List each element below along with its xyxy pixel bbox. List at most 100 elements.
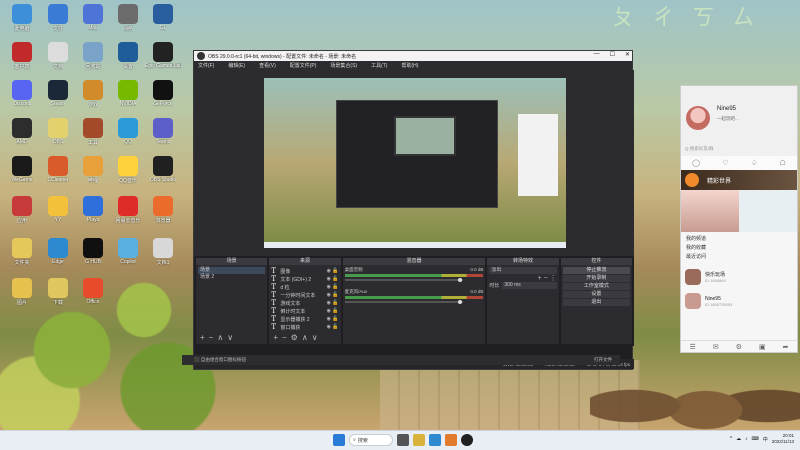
visibility-lock-icon[interactable]: ◉ 🔓 — [327, 292, 339, 298]
desktop-icon[interactable]: 网络 — [110, 4, 146, 42]
desktop-icon[interactable]: 游戏 — [75, 80, 111, 118]
obs-taskbar-icon[interactable] — [461, 434, 473, 446]
visibility-lock-icon[interactable]: ◉ 🔓 — [327, 268, 339, 274]
edge-icon[interactable] — [429, 434, 441, 446]
list-item[interactable]: 快乐玩场 ID 1654869 — [681, 265, 797, 289]
menu-edit[interactable]: 编辑(E) — [228, 62, 245, 69]
desktop-icon[interactable]: YY — [40, 196, 76, 234]
chat-banner[interactable]: 精彩世界 — [681, 170, 797, 190]
source-item[interactable]: T 显示器捕获 2 ◉ 🔓 — [271, 315, 338, 323]
menu-recent[interactable]: 最近访问 — [686, 253, 792, 262]
chat-app-panel[interactable]: Nine95 一起玩吧... Q 搜索好友/群 ◯ ♡ ♤ ☖ 精彩世界 我的频… — [680, 85, 798, 353]
menu-view[interactable]: 查看(V) — [259, 62, 276, 69]
chat-search-input[interactable]: Q 搜索好友/群 — [685, 146, 714, 152]
desktop-icon[interactable]: Edge — [40, 238, 76, 276]
source-item[interactable]: T 窗口捕获 ◉ 🔓 — [271, 323, 338, 331]
transition-add-remove[interactable]: + − ⋮ — [489, 274, 557, 282]
maximize-button[interactable]: ☐ — [610, 51, 615, 58]
desktop-icon[interactable]: 下载 — [40, 278, 76, 316]
volume-slider[interactable] — [344, 300, 463, 304]
obs-title-bar[interactable]: OBS 29.0.0-rc1 (64-bit, windows) - 配置文件:… — [194, 51, 632, 61]
desktop-icon[interactable]: Mitu — [75, 4, 111, 42]
stop-streaming-button[interactable]: 停止推流 — [562, 267, 630, 274]
keyboard-icon[interactable]: ⌨ — [752, 436, 759, 442]
desktop-icon[interactable]: OBS — [40, 118, 76, 156]
transition-select[interactable]: 淡出 — [489, 267, 557, 274]
desktop-icon[interactable]: 浏览器 — [145, 196, 181, 234]
window-icon[interactable]: ▣ — [759, 343, 766, 351]
source-item[interactable]: T 倒计时文本 ◉ 🔓 — [271, 307, 338, 315]
desktop-icon[interactable]: Office — [75, 278, 111, 316]
list-item[interactable]: Nine95 ID 1655735093 — [681, 289, 797, 313]
desktop-icon[interactable]: QQ音乐 — [110, 156, 146, 194]
cloud-icon[interactable]: ☁ — [736, 436, 741, 442]
desktop-icon[interactable]: Plays — [75, 196, 111, 234]
tool-bar-right[interactable]: 打开文件 — [594, 357, 612, 363]
scene-item[interactable]: 场景 — [198, 267, 266, 274]
close-button[interactable]: ✕ — [625, 51, 630, 58]
preview-canvas[interactable] — [264, 78, 566, 248]
chat-photos[interactable] — [681, 190, 797, 232]
desktop-icon[interactable]: Teams — [145, 118, 181, 156]
desktop-icon[interactable]: 图片 — [4, 278, 40, 316]
desktop-icon[interactable]: 网易云音乐 — [110, 196, 146, 234]
desktop-icon[interactable]: 文件 — [40, 4, 76, 42]
menu-scene-collection[interactable]: 场景集合(S) — [330, 62, 357, 69]
photo-thumbnail[interactable] — [681, 190, 739, 232]
duration-input[interactable]: 300 ms — [502, 282, 557, 289]
menu-tools[interactable]: 工具(T) — [371, 62, 387, 69]
desktop-icon[interactable]: G HUB — [75, 238, 111, 276]
desktop-icon[interactable]: Epic Games Launcher — [145, 42, 181, 80]
taskbar-search[interactable]: ⌕ 搜索 — [349, 434, 393, 446]
volume-slider[interactable] — [344, 278, 463, 282]
tab-room-icon[interactable]: ☖ — [780, 159, 786, 167]
desktop-icon[interactable]: 设置 — [110, 42, 146, 80]
start-button-icon[interactable] — [333, 434, 345, 446]
tray-expand-icon[interactable]: ^ — [730, 436, 732, 442]
tab-game-icon[interactable]: ♤ — [751, 159, 757, 167]
desktop-icon[interactable]: 哔哩 — [75, 156, 111, 194]
desktop-icon[interactable]: 回收站 — [75, 42, 111, 80]
desktop-icon[interactable]: 文档 — [40, 42, 76, 80]
mail-icon[interactable]: ✉ — [713, 343, 719, 351]
volume-icon[interactable]: ♪ — [745, 436, 748, 442]
desktop-icon[interactable]: 客户端 — [4, 42, 40, 80]
desktop-icon[interactable]: QQ — [110, 118, 146, 156]
visibility-lock-icon[interactable]: ◉ 🔓 — [327, 300, 339, 306]
desktop-icon[interactable]: NVIDIA — [110, 80, 146, 118]
desktop-icon[interactable]: Steam — [40, 80, 76, 118]
scenes-toolbar[interactable]: +−∧∨ — [200, 333, 237, 342]
visibility-lock-icon[interactable]: ◉ 🔓 — [327, 284, 339, 290]
visibility-lock-icon[interactable]: ◉ 🔓 — [327, 316, 339, 322]
source-item[interactable]: T 一分钟时间文本 ◉ 🔓 — [271, 291, 338, 299]
menu-file[interactable]: 文件(F) — [198, 62, 214, 69]
gear-icon[interactable]: ⚙ — [736, 343, 742, 351]
desktop-icon[interactable]: 文件夹 — [4, 238, 40, 276]
menu-my-favorites[interactable]: 我的收藏 — [686, 244, 792, 253]
desktop-icon[interactable]: Copilot — [110, 238, 146, 276]
avatar[interactable] — [686, 106, 710, 130]
menu-icon[interactable]: ☰ — [690, 343, 696, 351]
tool-bar-left[interactable]: ⬛ 自由组合窗口图标按钮 — [194, 357, 246, 363]
menu-my-channels[interactable]: 我的频道 — [686, 235, 792, 244]
visibility-lock-icon[interactable]: ◉ 🔓 — [327, 324, 339, 330]
studio-mode-button[interactable]: 工作室模式 — [562, 283, 630, 290]
ime-icon[interactable]: 中 — [763, 436, 768, 443]
exit-button[interactable]: 退出 — [562, 299, 630, 306]
clock[interactable]: 20:01 2022/11/13 — [772, 433, 794, 445]
sources-toolbar[interactable]: +−⚙∧∨ — [273, 333, 321, 342]
desktop-icon[interactable]: AMD — [4, 118, 40, 156]
source-item[interactable]: T 图像 ◉ 🔓 — [271, 267, 338, 275]
desktop-icon[interactable]: Discord — [4, 80, 40, 118]
source-item[interactable]: Td 粒 ◉ 🔓 — [271, 283, 338, 291]
photo-thumbnail[interactable] — [739, 190, 797, 232]
start-recording-button[interactable]: 开始录制 — [562, 275, 630, 282]
desktop-icon[interactable]: WeGame — [4, 156, 40, 194]
desktop-icon[interactable]: 此电脑 — [4, 4, 40, 42]
visibility-lock-icon[interactable]: ◉ 🔓 — [327, 308, 339, 314]
desktop-icon[interactable]: OBS Studio — [145, 156, 181, 194]
settings-button[interactable]: 设置 — [562, 291, 630, 298]
task-view-icon[interactable] — [397, 434, 409, 446]
desktop-icon[interactable]: CCleaner — [40, 156, 76, 194]
share-icon[interactable]: ➦ — [783, 343, 789, 351]
